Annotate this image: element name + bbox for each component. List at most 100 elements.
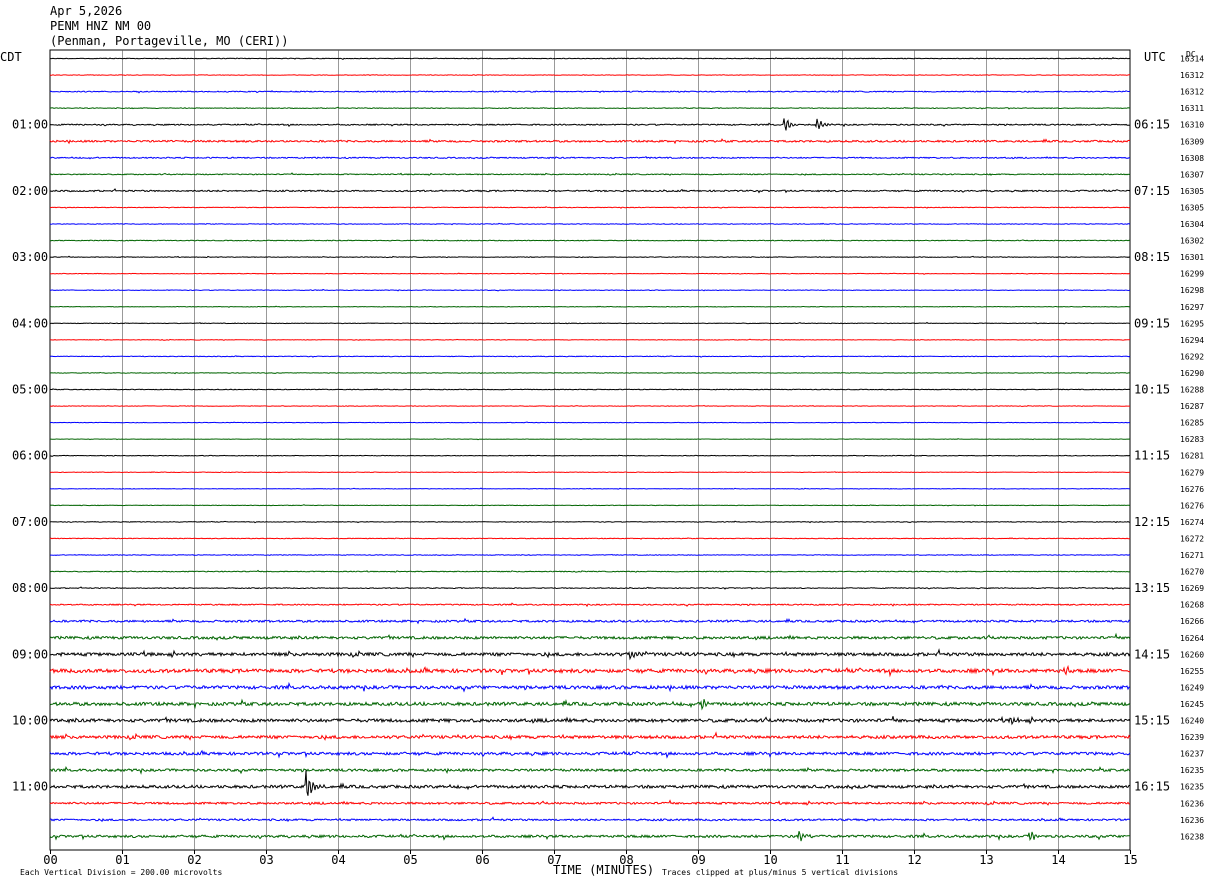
dc-offset-label: 16266	[1180, 617, 1204, 626]
dc-offset-label: 16312	[1180, 88, 1204, 97]
trace-line	[49, 504, 1131, 507]
right-hour-label: 10:15	[1134, 383, 1170, 397]
dc-offset-label: 16310	[1180, 121, 1204, 130]
dc-offset-label: 16287	[1180, 402, 1204, 411]
trace-line	[49, 321, 1131, 325]
trace-line	[49, 355, 1131, 358]
trace-line	[49, 648, 1131, 661]
right-hour-label: 13:15	[1134, 581, 1170, 595]
plot-frame	[49, 49, 1131, 851]
dc-offset-label: 16276	[1180, 485, 1204, 494]
dc-label: DC	[1186, 50, 1196, 59]
right-hour-label: 15:15	[1134, 714, 1170, 728]
x-tick-label: 12	[907, 853, 921, 867]
trace-line	[50, 404, 1131, 408]
x-tick-label: 05	[403, 853, 417, 867]
dc-offset-label: 16238	[1180, 832, 1204, 841]
left-hour-label: 10:00	[12, 714, 48, 728]
trace-line	[50, 57, 1131, 61]
right-hour-label: 06:15	[1134, 118, 1170, 132]
x-tick-label: 11	[835, 853, 849, 867]
x-tick-label: 10	[763, 853, 777, 867]
trace-line	[49, 731, 1131, 741]
trace-line	[49, 338, 1131, 341]
dc-offset-label: 16285	[1180, 419, 1204, 428]
dc-offset-label: 16295	[1180, 319, 1204, 328]
left-hour-label: 09:00	[12, 647, 48, 661]
trace-line	[49, 471, 1131, 474]
trace-line	[49, 371, 1131, 375]
trace-line	[49, 388, 1131, 391]
trace-line	[49, 520, 1131, 524]
dc-offset-label: 16305	[1180, 203, 1204, 212]
trace-line	[49, 239, 1131, 242]
trace-line	[50, 553, 1131, 557]
dc-offset-label: 16312	[1180, 71, 1204, 80]
trace-line	[49, 305, 1131, 308]
dc-offset-label: 16288	[1180, 386, 1204, 395]
trace-line	[50, 106, 1131, 110]
dc-offset-label: 16279	[1180, 468, 1204, 477]
dc-offset-label: 16235	[1180, 783, 1204, 792]
dc-offset-label: 16240	[1180, 717, 1204, 726]
dc-offset-label: 16298	[1180, 286, 1204, 295]
dc-offset-label: 16249	[1180, 683, 1204, 692]
dc-offset-label: 16269	[1180, 584, 1204, 593]
trace-line	[49, 617, 1131, 625]
trace-line	[50, 272, 1131, 275]
trace-line	[49, 816, 1131, 823]
trace-line	[49, 172, 1131, 176]
dc-offset-label: 16272	[1180, 534, 1204, 543]
trace-line	[49, 765, 1131, 775]
trace-line	[49, 89, 1131, 94]
dc-offset-label: 16236	[1180, 799, 1204, 808]
x-tick-label: 06	[475, 853, 489, 867]
left-hour-label: 01:00	[12, 118, 48, 132]
right-hour-label: 08:15	[1134, 250, 1170, 264]
trace-line	[49, 569, 1131, 573]
x-tick-label: 00	[43, 853, 57, 867]
grid	[49, 49, 1131, 854]
left-hour-label: 02:00	[12, 184, 48, 198]
x-tick-label: 02	[187, 853, 201, 867]
x-axis-label: TIME (MINUTES)	[553, 863, 654, 877]
trace-line	[49, 715, 1131, 726]
trace-line	[49, 632, 1131, 641]
dc-offset-label: 16309	[1180, 137, 1204, 146]
trace-line	[49, 288, 1131, 292]
trace-line	[49, 454, 1131, 457]
right-hour-label: 12:15	[1134, 515, 1170, 529]
trace-line	[49, 770, 1131, 796]
dc-offset-label: 16274	[1180, 518, 1204, 527]
right-hour-label: 11:15	[1134, 449, 1170, 463]
dc-offset-label: 16308	[1180, 154, 1204, 163]
dc-offset-label: 16304	[1180, 220, 1204, 229]
dc-offset-label: 16283	[1180, 435, 1204, 444]
trace-line	[49, 602, 1131, 608]
dc-offset-label: 16237	[1180, 750, 1204, 759]
dc-offset-label: 16294	[1180, 336, 1204, 345]
dc-offset-label: 16297	[1180, 303, 1204, 312]
dc-offset-label: 16271	[1180, 551, 1204, 560]
dc-offset-label: 16255	[1180, 667, 1204, 676]
trace-line	[49, 421, 1130, 424]
dc-offset-label: 16311	[1180, 104, 1204, 113]
right-hour-label: 09:15	[1134, 316, 1170, 330]
x-tick-label: 04	[331, 853, 345, 867]
dc-offset-label: 16245	[1180, 700, 1204, 709]
x-tick-label: 15	[1123, 853, 1137, 867]
dc-offset-label: 16260	[1180, 650, 1204, 659]
dc-offset-label: 16235	[1180, 766, 1204, 775]
right-hour-label: 07:15	[1134, 184, 1170, 198]
left-hour-label: 11:00	[12, 780, 48, 794]
dc-offset-label: 16302	[1180, 237, 1204, 246]
dc-offset-label: 16281	[1180, 452, 1204, 461]
dc-offset-label: 16264	[1180, 634, 1204, 643]
clip-note: Traces clipped at plus/minus 5 vertical …	[662, 868, 898, 877]
dc-offset-label: 16299	[1180, 270, 1204, 279]
left-hour-label: 08:00	[12, 581, 48, 595]
trace-line	[49, 156, 1131, 160]
left-hour-label: 03:00	[12, 250, 48, 264]
trace-line	[49, 537, 1131, 540]
right-hour-label: 14:15	[1134, 647, 1170, 661]
